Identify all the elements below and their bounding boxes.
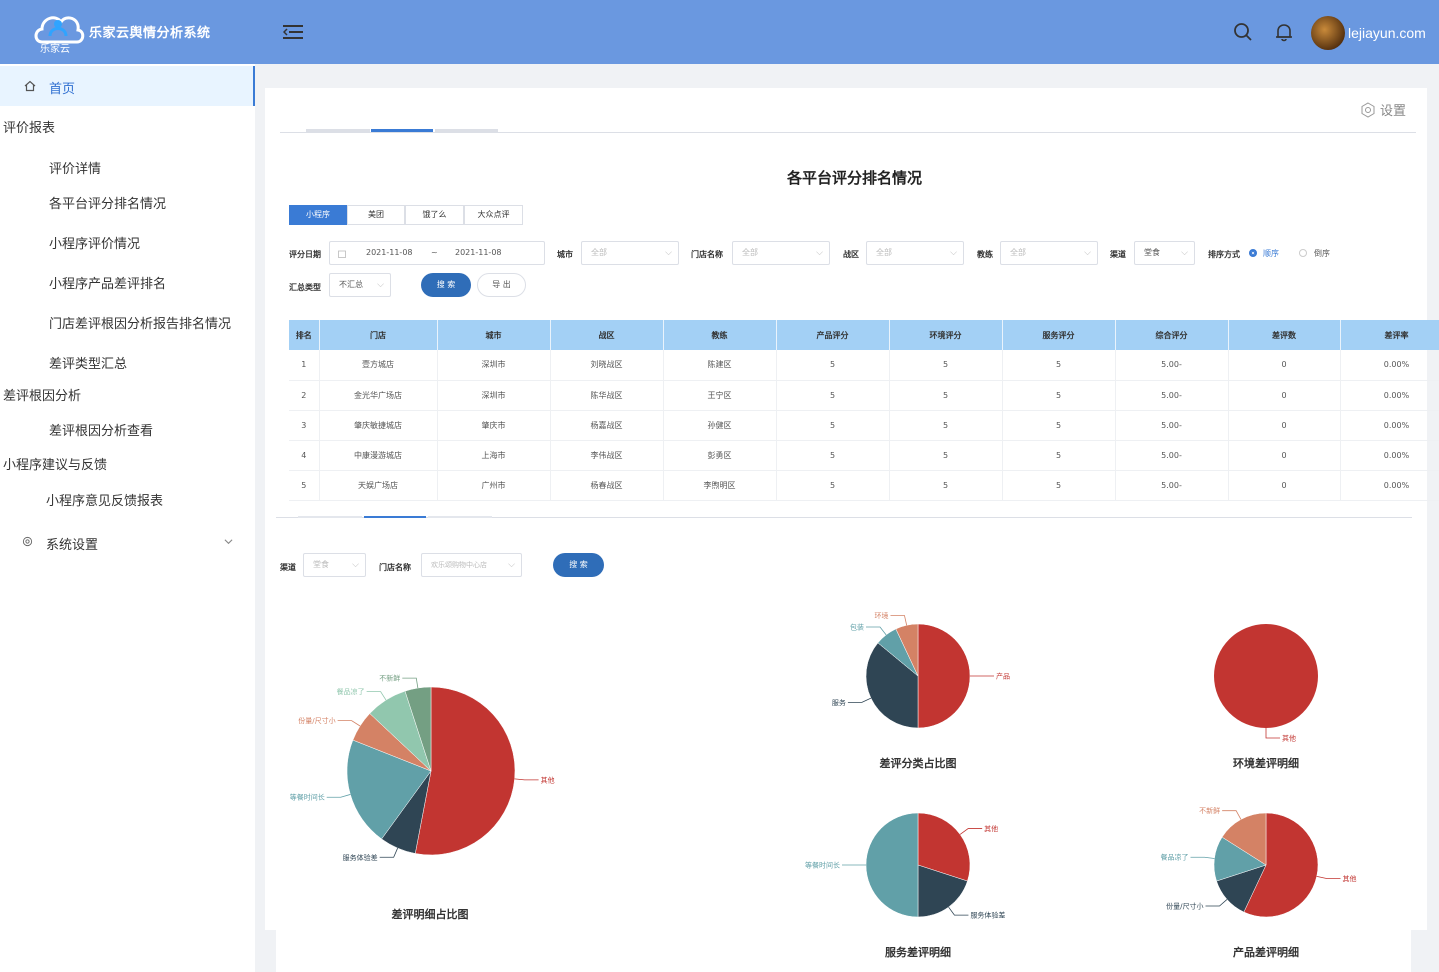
pie-label: 不新鲜 xyxy=(1199,806,1220,815)
pie-product: 其他份量/尺寸小 餐品凉了 不新鲜 xyxy=(1160,806,1357,918)
pie-label: 不新鲜 xyxy=(379,674,400,683)
pie-label: 其他 xyxy=(541,775,555,784)
pie-label-line xyxy=(1205,899,1228,907)
pie-environment: 其他 xyxy=(1214,624,1318,743)
pie-label-line xyxy=(1190,856,1215,859)
pie-label-line xyxy=(865,626,887,636)
pie-label-line xyxy=(1316,875,1341,879)
pie-label: 服务 xyxy=(832,698,846,707)
pie-label: 服务体验差 xyxy=(343,853,378,862)
pie-label: 餐品凉了 xyxy=(1160,853,1188,862)
pie-label: 包装 xyxy=(850,623,864,632)
pie-service: 其他服务体验差 等餐时间长 xyxy=(805,812,1005,920)
chart-title-service: 服务差评明细 xyxy=(885,946,951,959)
pie-label: 餐品凉了 xyxy=(337,687,365,696)
pie-label: 产品 xyxy=(996,672,1010,681)
pie-label-line xyxy=(514,778,539,781)
chart-title-detail: 差评明细占比图 xyxy=(391,908,469,921)
pie-category: 产品服务 包装 环境 xyxy=(832,611,1010,729)
pie-label-line xyxy=(326,794,351,798)
pie-label: 其他 xyxy=(1343,874,1357,883)
chart-title-category: 差评分类占比图 xyxy=(879,757,957,770)
pie-label: 服务体验差 xyxy=(970,911,1005,920)
pie-slice[interactable] xyxy=(1214,624,1318,728)
chart-title-environment: 环境差评明细 xyxy=(1233,757,1299,770)
pie-label: 份量/尺寸小 xyxy=(1166,902,1203,911)
pie-detail: 其他服务体验差 等餐时间长 份量/尺寸小 餐品凉了 不新鲜 xyxy=(290,674,555,862)
pie-label-line xyxy=(402,677,419,689)
pie-label: 其他 xyxy=(984,824,998,833)
pie-label: 份量/尺寸小 xyxy=(298,716,335,725)
pie-label-line xyxy=(379,847,399,858)
pie-label-line xyxy=(1222,810,1242,820)
pie-label: 环境 xyxy=(874,611,888,620)
pie-charts-canvas: 其他服务体验差等餐时间长份量/尺寸小餐品凉了不新鲜 产品服务包装环境其他其他服务体… xyxy=(290,611,1357,920)
pie-slice[interactable] xyxy=(865,812,919,918)
pie-label-line xyxy=(890,615,908,626)
pie-label-line xyxy=(948,906,969,916)
pie-slice[interactable] xyxy=(917,623,971,729)
pie-label: 其他 xyxy=(1282,734,1296,743)
chart-title-product: 产品差评明细 xyxy=(1233,946,1299,959)
pie-label: 等餐时间长 xyxy=(805,861,840,870)
pie-label: 等餐时间长 xyxy=(290,793,325,802)
pie-label-line xyxy=(847,697,872,703)
pie-label-line xyxy=(337,720,361,727)
pie-label-line xyxy=(959,828,983,835)
pie-label-line xyxy=(366,691,387,701)
pie-label-line xyxy=(1265,728,1280,739)
